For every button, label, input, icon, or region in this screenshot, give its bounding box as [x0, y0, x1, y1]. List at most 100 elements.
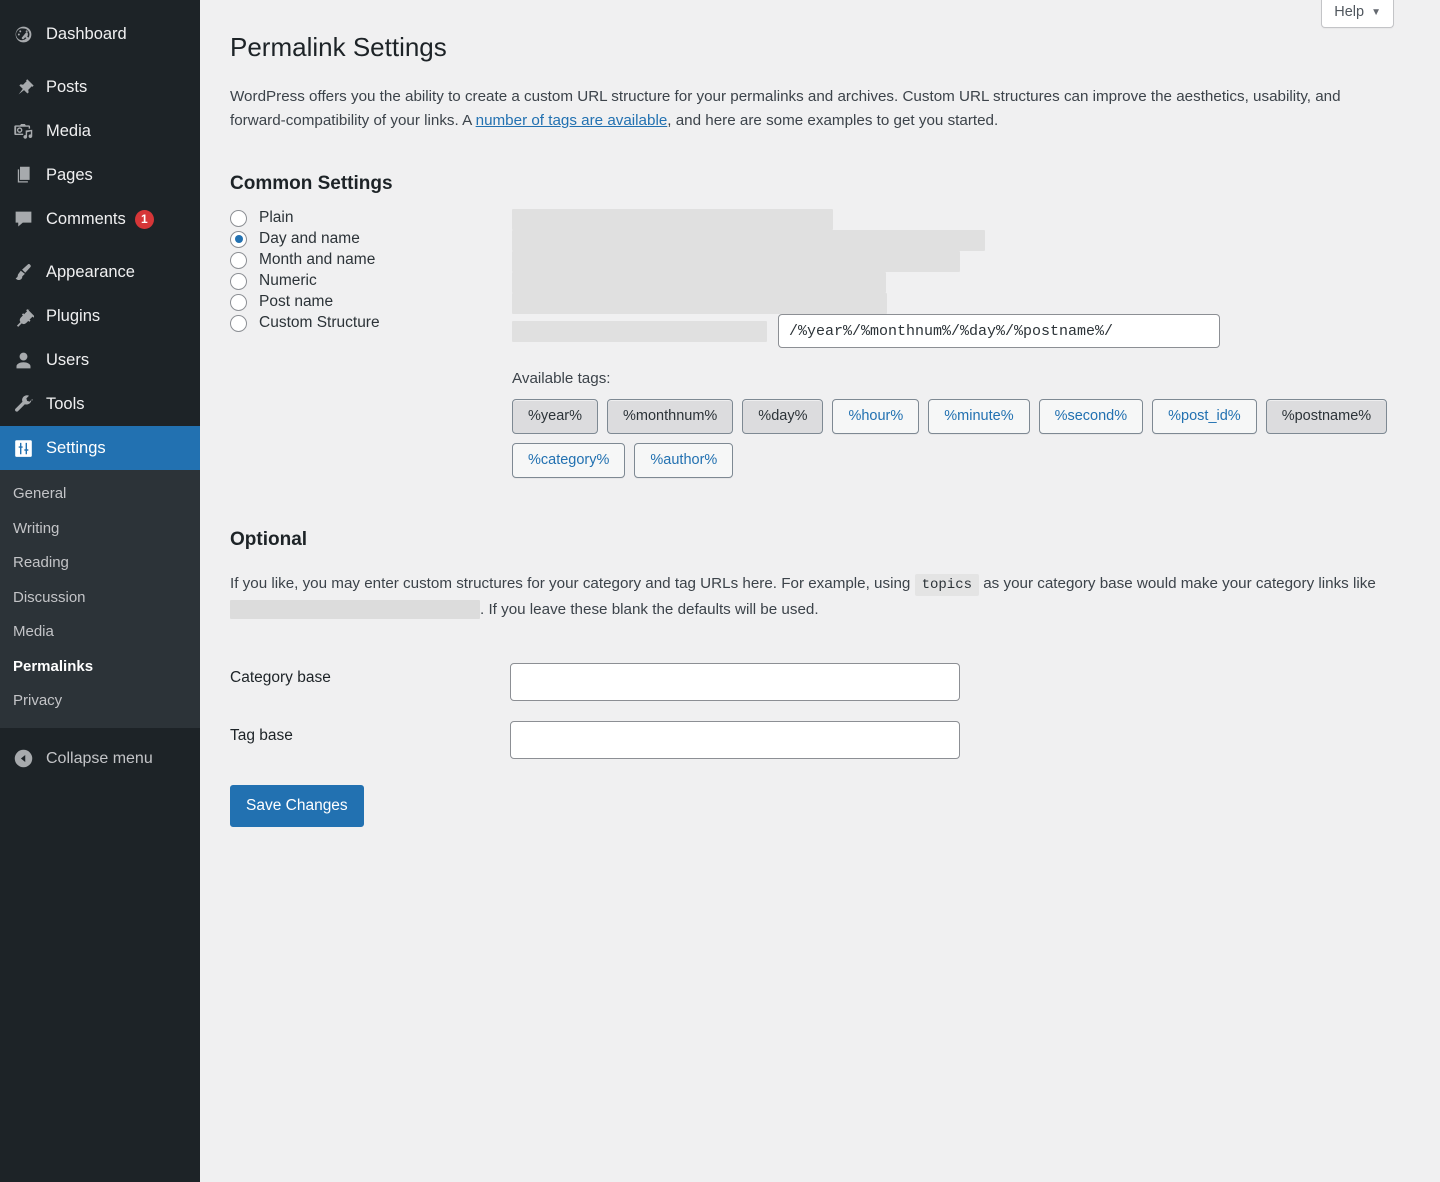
radio-label-plain[interactable]: Plain	[230, 209, 512, 227]
comment-icon	[11, 207, 35, 231]
sidebar-item-posts[interactable]: Posts	[0, 65, 200, 109]
permalink-option-row: Month and name	[230, 251, 1412, 273]
example-url-redacted-numeric	[512, 272, 886, 294]
radio-text: Month and name	[259, 251, 376, 269]
sidebar-item-label: Settings	[46, 438, 106, 457]
custom-structure-input[interactable]	[778, 314, 1220, 349]
tag-base-label: Tag base	[230, 727, 293, 745]
main-content: Help ▼ Permalink Settings WordPress offe…	[200, 0, 1440, 1182]
category-base-row: Category base	[230, 649, 1412, 702]
sidebar-divider	[0, 241, 200, 250]
radio-label-post-name[interactable]: Post name	[230, 293, 512, 311]
available-tags-label: Available tags:	[512, 370, 611, 388]
option-example-cell	[512, 209, 1412, 231]
category-base-field-cell	[510, 649, 1412, 702]
submenu-item-discussion[interactable]: Discussion	[0, 581, 200, 616]
sidebar-item-label: Media	[46, 121, 91, 140]
tag-button-second[interactable]: %second%	[1038, 399, 1144, 435]
optional-paragraph: If you like, you may enter custom struct…	[230, 571, 1412, 623]
submenu-item-reading[interactable]: Reading	[0, 546, 200, 581]
radio-text: Day and name	[259, 230, 360, 248]
sidebar-item-pages[interactable]: Pages	[0, 153, 200, 197]
submenu-item-permalinks[interactable]: Permalinks	[0, 650, 200, 685]
example-url-redacted-month-and-name	[512, 251, 960, 273]
chevron-down-icon: ▼	[1371, 6, 1381, 18]
radio-month-and-name[interactable]	[230, 251, 247, 269]
brush-icon	[11, 260, 35, 284]
sidebar-item-comments[interactable]: Comments 1	[0, 197, 200, 241]
common-settings-table: Plain Day and name Month and name Numeri…	[230, 209, 1412, 479]
sidebar-item-label: Posts	[46, 77, 88, 96]
radio-day-and-name[interactable]	[230, 230, 247, 248]
radio-text: Plain	[259, 209, 294, 227]
submenu-item-writing[interactable]: Writing	[0, 512, 200, 547]
category-base-input[interactable]	[510, 663, 960, 702]
radio-label-custom-structure[interactable]: Custom Structure	[230, 314, 512, 332]
tag-button-author[interactable]: %author%	[634, 443, 734, 479]
option-example-cell	[512, 251, 1412, 273]
radio-text: Numeric	[259, 272, 317, 290]
optional-heading: Optional	[230, 529, 308, 551]
radio-plain[interactable]	[230, 209, 247, 227]
tag-button-monthnum[interactable]: %monthnum%	[607, 399, 734, 435]
sidebar-item-label: Appearance	[46, 262, 135, 281]
permalink-option-row: Plain	[230, 209, 1412, 231]
category-base-label: Category base	[230, 669, 331, 687]
sidebar-item-label: Comments	[46, 209, 126, 228]
radio-label-numeric[interactable]: Numeric	[230, 272, 512, 290]
sidebar-item-tools[interactable]: Tools	[0, 382, 200, 426]
dashboard-icon	[11, 22, 35, 46]
permalink-option-row: Post name	[230, 293, 1412, 315]
sidebar-item-media[interactable]: Media	[0, 109, 200, 153]
available-tags-list: %year% %monthnum% %day% %hour% %minute% …	[512, 399, 1412, 479]
tag-button-day[interactable]: %day%	[742, 399, 824, 435]
tag-base-label-cell: Tag base	[230, 701, 510, 759]
submenu-item-media[interactable]: Media	[0, 615, 200, 650]
tag-button-post-id[interactable]: %post_id%	[1152, 399, 1257, 435]
intro-text-part2: , and here are some examples to get you …	[667, 112, 999, 130]
radio-label-month-and-name[interactable]: Month and name	[230, 251, 512, 269]
option-example-cell	[512, 293, 1412, 315]
tag-base-input[interactable]	[510, 721, 960, 760]
sidebar-item-dashboard[interactable]: Dashboard	[0, 12, 200, 56]
radio-numeric[interactable]	[230, 272, 247, 290]
radio-text: Custom Structure	[259, 314, 380, 332]
sidebar-item-plugins[interactable]: Plugins	[0, 294, 200, 338]
user-icon	[11, 348, 35, 372]
sidebar-item-label: Users	[46, 350, 90, 369]
sliders-icon	[11, 436, 35, 460]
sidebar-item-settings[interactable]: Settings	[0, 426, 208, 470]
option-example-cell	[512, 230, 1412, 252]
collapse-menu-button[interactable]: Collapse menu	[0, 737, 200, 781]
radio-custom-structure[interactable]	[230, 314, 247, 332]
media-icon	[11, 119, 35, 143]
tag-button-postname[interactable]: %postname%	[1265, 399, 1388, 435]
help-tab-button[interactable]: Help ▼	[1321, 0, 1394, 28]
sidebar-item-users[interactable]: Users	[0, 338, 200, 382]
category-base-label-cell: Category base	[230, 649, 510, 701]
available-tags-link[interactable]: number of tags are available	[476, 112, 668, 129]
option-label-cell: Post name	[230, 293, 512, 314]
tag-button-year[interactable]: %year%	[512, 399, 598, 435]
tag-base-field-cell	[510, 701, 1412, 760]
pages-icon	[11, 163, 35, 187]
sidebar-item-label: Pages	[46, 165, 93, 184]
radio-post-name[interactable]	[230, 293, 247, 311]
optional-text-part3: . If you leave these blank the defaults …	[480, 601, 819, 619]
tag-button-category[interactable]: %category%	[512, 443, 626, 479]
sidebar-item-appearance[interactable]: Appearance	[0, 250, 200, 294]
example-url-redacted-post-name	[512, 293, 887, 315]
tag-button-hour[interactable]: %hour%	[832, 399, 920, 435]
category-base-example-code: topics	[914, 574, 980, 597]
plug-icon	[11, 304, 35, 328]
tag-button-minute[interactable]: %minute%	[928, 399, 1030, 435]
submenu-item-privacy[interactable]: Privacy	[0, 684, 200, 719]
wrench-icon	[11, 392, 35, 416]
radio-label-day-and-name[interactable]: Day and name	[230, 230, 512, 248]
admin-sidebar: Dashboard Posts Media Pages Comments 1 A…	[0, 0, 208, 1182]
custom-structure-prefix-redacted	[512, 320, 767, 342]
sidebar-item-label: Dashboard	[46, 24, 127, 43]
submenu-item-general[interactable]: General	[0, 477, 200, 512]
page-title: Permalink Settings	[230, 32, 447, 62]
save-changes-button[interactable]: Save Changes	[230, 785, 364, 828]
